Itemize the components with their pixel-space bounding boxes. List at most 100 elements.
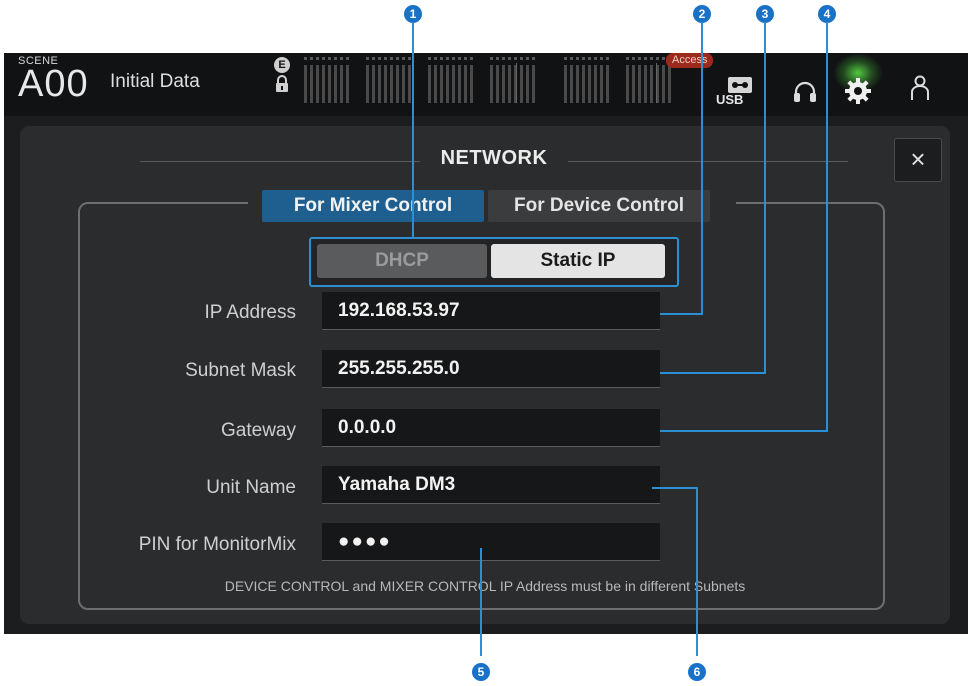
meter-bar (668, 65, 671, 103)
callout-4-leader (826, 22, 828, 432)
title-divider (568, 161, 848, 162)
pin-field[interactable]: ●●●● (322, 523, 660, 561)
meter-bar (600, 65, 603, 103)
meter-bar (396, 65, 399, 103)
meter-bar (508, 65, 511, 103)
subnet-note: DEVICE CONTROL and MIXER CONTROL IP Addr… (224, 578, 746, 594)
close-button[interactable]: × (894, 138, 942, 182)
tab-mixer-control[interactable]: For Mixer Control (262, 190, 484, 222)
meter-peak (650, 57, 653, 60)
gateway-label: Gateway (221, 420, 296, 441)
meter-peak (384, 57, 387, 60)
meter-divider (516, 63, 517, 103)
meter-bar (452, 65, 455, 103)
meter-peak (428, 57, 431, 60)
meter-bar (366, 65, 369, 103)
meter-peak (408, 57, 411, 60)
user-icon[interactable] (910, 75, 930, 101)
meter-peak (632, 57, 635, 60)
callout-2: 2 (693, 5, 711, 23)
meter-peak (310, 57, 313, 60)
meter-peak (340, 57, 343, 60)
headphone-icon[interactable] (793, 81, 817, 103)
meter-bar (378, 65, 381, 103)
meter-bar (526, 65, 529, 103)
meter-peak (446, 57, 449, 60)
callout-6-leader (696, 487, 698, 656)
callout-6-leader (652, 487, 698, 489)
meter-bar (322, 65, 325, 103)
meter-bar (594, 65, 597, 103)
meter-peak (328, 57, 331, 60)
unit-name-field[interactable]: Yamaha DM3 (322, 466, 660, 504)
meter-bar (564, 65, 567, 103)
meter-bar (384, 65, 387, 103)
meter-peak (458, 57, 461, 60)
ip-address-label: IP Address (204, 302, 296, 323)
meter-bar (304, 65, 307, 103)
callout-5: 5 (472, 663, 490, 681)
meter-bar (372, 65, 375, 103)
meter-bar (588, 65, 591, 103)
meter-bar (650, 65, 653, 103)
main-panel: NETWORK × For Mixer Control For Device C… (4, 116, 968, 634)
setup-tab[interactable] (833, 53, 883, 113)
meter-bar (606, 65, 609, 103)
callout-4: 4 (818, 5, 836, 23)
meter-peak (322, 57, 325, 60)
meter-peak (520, 57, 523, 60)
callout-2-leader (701, 22, 703, 315)
meter-peak (582, 57, 585, 60)
meter-peak (366, 57, 369, 60)
ip-mode-selector: DHCP Static IP (309, 237, 679, 287)
meter-peak (452, 57, 455, 60)
callout-2-leader (660, 313, 703, 315)
page-title: NETWORK (440, 147, 548, 169)
meter-bar (502, 65, 505, 103)
gateway-field[interactable]: 0.0.0.0 (322, 409, 660, 447)
access-badge: Access (666, 53, 714, 68)
callout-6: 6 (688, 663, 706, 681)
edit-indicator-icon: E (274, 57, 290, 73)
meter-bar (440, 65, 443, 103)
title-divider (140, 161, 420, 162)
meter-peak (378, 57, 381, 60)
meter-peak (346, 57, 349, 60)
meter-bar (570, 65, 573, 103)
meter-bar (576, 65, 579, 103)
meter-bar (316, 65, 319, 103)
meter-peak (514, 57, 517, 60)
meter-peak (570, 57, 573, 60)
network-dialog: NETWORK × For Mixer Control For Device C… (20, 126, 950, 624)
meter-bar (582, 65, 585, 103)
callout-3-leader (764, 22, 766, 374)
meter-peak (334, 57, 337, 60)
meter-bar (644, 65, 647, 103)
meter-bar (428, 65, 431, 103)
subnet-mask-field[interactable]: 255.255.255.0 (322, 350, 660, 388)
meter-bar (402, 65, 405, 103)
meter-peak (656, 57, 659, 60)
tab-device-control[interactable]: For Device Control (488, 190, 710, 222)
callout-4-leader (660, 430, 828, 432)
meter-peak (396, 57, 399, 60)
ip-address-field[interactable]: 192.168.53.97 (322, 292, 660, 330)
usb-icon[interactable]: USB (716, 75, 756, 107)
meter-bar (390, 65, 393, 103)
meter-peak (390, 57, 393, 60)
meter-bar (328, 65, 331, 103)
meter-peak (508, 57, 511, 60)
scene-number[interactable]: A00 (18, 63, 89, 106)
meter-peak (402, 57, 405, 60)
callout-3: 3 (756, 5, 774, 23)
dhcp-button[interactable]: DHCP (317, 244, 487, 278)
meter-peak (490, 57, 493, 60)
meter-bar (496, 65, 499, 103)
meter-peak (496, 57, 499, 60)
gear-icon (845, 78, 871, 104)
scene-name[interactable]: Initial Data (110, 71, 200, 93)
static-ip-button[interactable]: Static IP (491, 244, 665, 278)
meter-peak (434, 57, 437, 60)
unit-name-label: Unit Name (206, 477, 296, 498)
meter-peak (532, 57, 535, 60)
